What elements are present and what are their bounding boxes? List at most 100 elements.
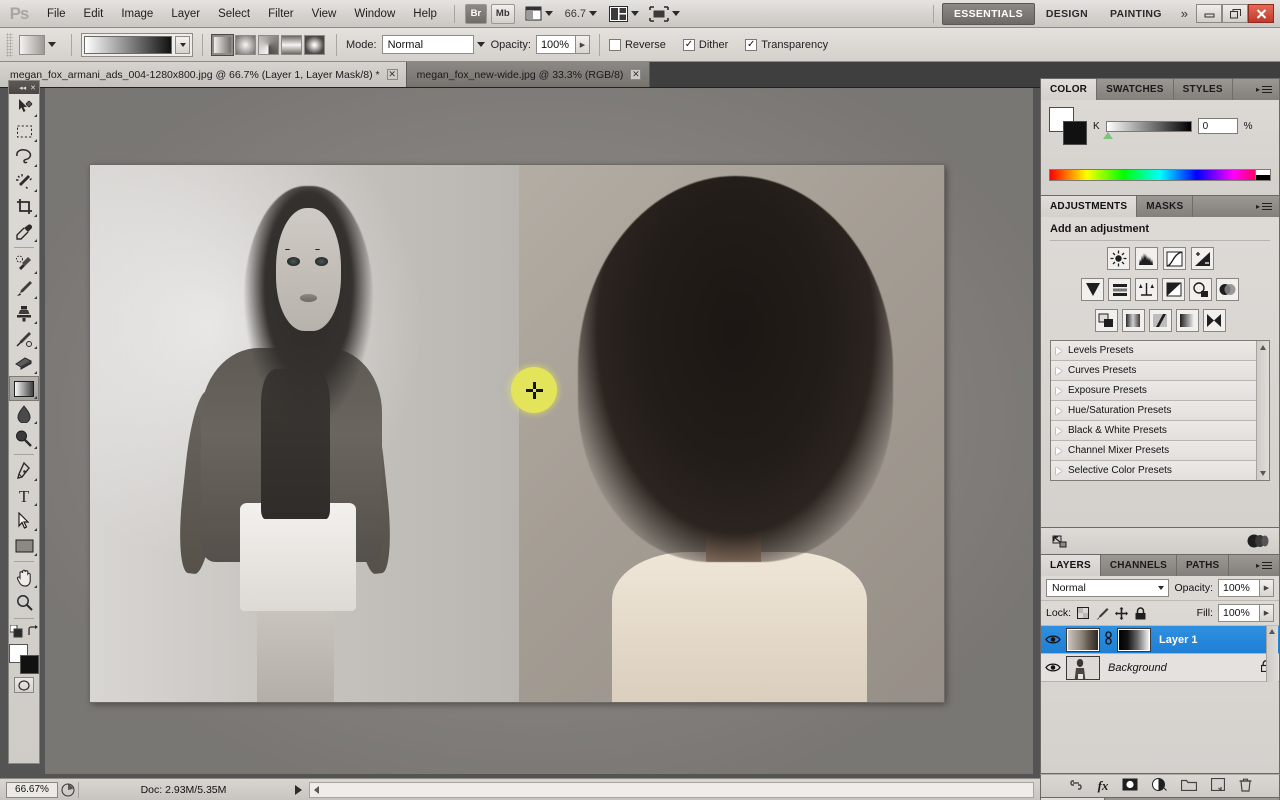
reverse-checkbox-group[interactable]: Reverse — [608, 38, 671, 51]
menu-select[interactable]: Select — [209, 5, 259, 23]
reverse-checkbox[interactable] — [608, 38, 621, 51]
menu-image[interactable]: Image — [112, 5, 162, 23]
tools-panel-header[interactable]: ◂◂ ✕ — [9, 81, 39, 94]
workspace-essentials[interactable]: ESSENTIALS — [941, 2, 1035, 25]
blend-mode-caret-icon[interactable] — [476, 42, 485, 47]
preset-curves[interactable]: Curves Presets — [1051, 361, 1269, 381]
new-layer-icon[interactable] — [1211, 777, 1226, 794]
tab-channels[interactable]: CHANNELS — [1101, 555, 1178, 576]
restore-button[interactable] — [1222, 4, 1248, 23]
screen-mode-button[interactable] — [649, 5, 686, 22]
close-icon[interactable]: ✕ — [630, 69, 642, 80]
tool-preset-preview[interactable] — [19, 34, 45, 55]
layer-name[interactable]: Layer 1 — [1159, 634, 1198, 646]
return-to-adjustment-list-icon[interactable] — [1051, 534, 1068, 549]
swap-colors-icon[interactable] — [27, 625, 39, 637]
selective-color-icon[interactable] — [1202, 309, 1226, 332]
options-bar-grip[interactable] — [6, 32, 13, 57]
preset-exposure[interactable]: Exposure Presets — [1051, 381, 1269, 401]
layer-name[interactable]: Background — [1108, 662, 1167, 674]
tool-gradient[interactable] — [9, 376, 39, 401]
layer-mask-link-icon[interactable] — [1104, 631, 1113, 648]
menu-file[interactable]: File — [38, 5, 75, 23]
layer-mask-thumbnail[interactable] — [1117, 627, 1151, 652]
status-zoom-input[interactable]: 66.67% — [6, 781, 58, 798]
scroll-up-icon[interactable] — [1260, 345, 1266, 350]
menu-filter[interactable]: Filter — [259, 5, 303, 23]
angle-gradient-button[interactable] — [258, 34, 279, 55]
posterize-icon[interactable] — [1121, 309, 1145, 332]
opacity-input[interactable]: 100% — [535, 35, 576, 54]
color-balance-icon[interactable] — [1135, 278, 1158, 301]
close-icon[interactable]: ✕ — [30, 84, 36, 92]
black-white-icon[interactable] — [1162, 278, 1185, 301]
tool-path-selection[interactable] — [9, 508, 39, 533]
tool-spot-healing-brush[interactable] — [9, 251, 39, 276]
workspace-design[interactable]: DESIGN — [1035, 4, 1099, 24]
canvas-area[interactable] — [45, 88, 1033, 774]
vibrance-icon[interactable] — [1081, 278, 1104, 301]
tool-blur[interactable] — [9, 401, 39, 426]
add-layer-mask-icon[interactable] — [1122, 778, 1138, 794]
menu-view[interactable]: View — [303, 5, 346, 23]
screen-mode-caret-icon[interactable] — [672, 11, 681, 16]
eye-icon[interactable] — [1044, 659, 1062, 677]
tool-horizontal-type[interactable]: T — [9, 483, 39, 508]
tab-styles[interactable]: STYLES — [1174, 79, 1233, 100]
color-spectrum-ramp[interactable] — [1049, 169, 1271, 181]
scroll-up-icon[interactable] — [1269, 629, 1275, 634]
threshold-icon[interactable] — [1148, 309, 1172, 332]
adjustments-panel-menu-button[interactable]: ▸ — [1249, 196, 1279, 217]
lock-all-icon[interactable] — [1133, 606, 1147, 620]
reflected-gradient-button[interactable] — [281, 34, 302, 55]
tool-magic-wand[interactable] — [9, 169, 39, 194]
new-group-icon[interactable] — [1181, 779, 1198, 794]
background-color-swatch[interactable] — [1063, 121, 1087, 145]
channel-mixer-icon[interactable] — [1216, 278, 1239, 301]
scroll-left-icon[interactable] — [314, 785, 319, 794]
document-preview-icon[interactable] — [58, 783, 78, 797]
zoom-level-caret-icon[interactable] — [589, 11, 598, 16]
lock-position-icon[interactable] — [1114, 606, 1128, 620]
layer-row-background[interactable]: Background — [1041, 654, 1279, 682]
panel-collapse-dots-icon[interactable] — [1247, 534, 1269, 548]
gradient-picker-dropdown[interactable] — [175, 35, 190, 54]
link-layers-icon[interactable] — [1068, 779, 1084, 793]
tool-history-brush[interactable] — [9, 326, 39, 351]
diamond-gradient-button[interactable] — [304, 34, 325, 55]
tool-brush[interactable] — [9, 276, 39, 301]
status-menu-icon[interactable] — [295, 784, 302, 795]
gradient-swatch[interactable] — [84, 35, 172, 54]
photo-filter-icon[interactable] — [1189, 278, 1212, 301]
tool-rectangular-marquee[interactable] — [9, 119, 39, 144]
close-icon[interactable]: ✕ — [386, 69, 398, 80]
view-extras-caret-icon[interactable] — [544, 11, 553, 16]
menu-layer[interactable]: Layer — [162, 5, 209, 23]
blend-mode-select[interactable]: Normal — [381, 35, 474, 54]
horizontal-scrollbar[interactable] — [309, 781, 1034, 798]
transparency-checkbox[interactable]: ✓ — [745, 38, 758, 51]
layer-blend-mode-select[interactable]: Normal — [1046, 579, 1170, 597]
layer-opacity-stepper[interactable]: ▶ — [1260, 579, 1274, 597]
screen-mode-control[interactable] — [609, 5, 645, 22]
opacity-stepper[interactable]: ▶ — [575, 35, 590, 54]
layer-style-icon[interactable]: fx — [1098, 778, 1109, 794]
channel-k-slider[interactable] — [1102, 120, 1192, 139]
tab-adjustments[interactable]: ADJUSTMENTS — [1041, 196, 1138, 217]
layer-fill-stepper[interactable]: ▶ — [1260, 604, 1274, 622]
presets-scrollbar[interactable] — [1256, 341, 1269, 480]
tool-clone-stamp[interactable] — [9, 301, 39, 326]
lock-image-pixels-icon[interactable] — [1095, 606, 1109, 620]
scroll-down-icon[interactable] — [1260, 471, 1266, 476]
menu-window[interactable]: Window — [345, 5, 404, 23]
invert-icon[interactable] — [1094, 309, 1118, 332]
close-button[interactable] — [1248, 4, 1274, 23]
layer-thumbnail[interactable] — [1066, 655, 1100, 680]
dither-checkbox[interactable]: ✓ — [682, 38, 695, 51]
tool-zoom[interactable] — [9, 590, 39, 615]
minimize-button[interactable] — [1196, 4, 1222, 23]
document-tab-inactive[interactable]: megan_fox_new-wide.jpg @ 33.3% (RGB/8) ✕ — [406, 62, 651, 87]
more-workspaces-icon[interactable]: » — [1173, 6, 1196, 21]
color-swatches[interactable] — [9, 644, 39, 674]
curves-icon[interactable] — [1162, 247, 1186, 270]
